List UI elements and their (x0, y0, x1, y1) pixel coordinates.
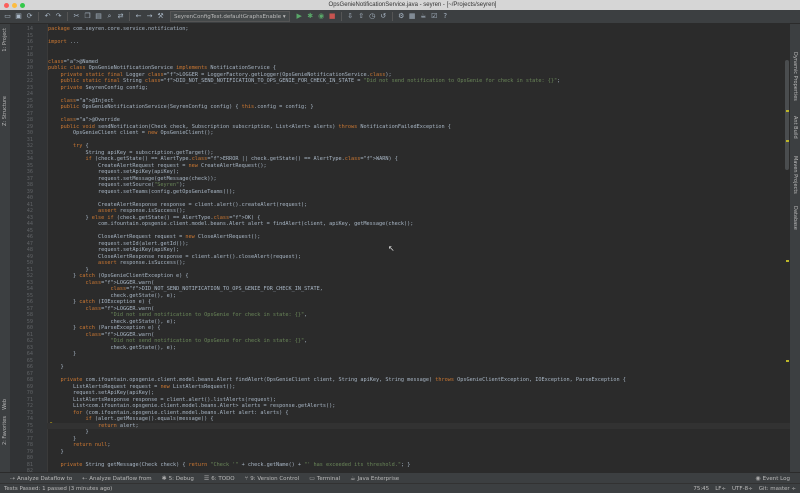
tab-database[interactable]: Database (792, 206, 798, 230)
code-line[interactable]: } (48, 351, 76, 358)
toolbar-separator (340, 12, 342, 21)
cut-icon[interactable]: ✂ (72, 12, 81, 21)
title-bar: OpsGenieNotificationService.java - seyre… (0, 0, 800, 10)
vcs-branch[interactable]: Git: master ÷ (759, 486, 796, 492)
code-line[interactable]: } (48, 449, 63, 456)
settings-icon[interactable]: ⚙ (397, 12, 406, 21)
forward-icon[interactable]: → (145, 12, 154, 21)
code-line[interactable]: private String getMessage(Check check) {… (48, 462, 411, 469)
minimize-window-icon[interactable] (12, 2, 17, 8)
status-message[interactable]: Tests Passed: 1 passed (3 minutes ago) (4, 486, 112, 492)
replace-icon[interactable]: ⇄ (116, 12, 125, 21)
tab-dynamic-properties[interactable]: Dynamic Properties (792, 52, 798, 101)
help-icon[interactable]: ? (441, 12, 450, 21)
save-icon[interactable]: ▣ (14, 12, 23, 21)
vcs-commit-icon[interactable]: ⇧ (357, 12, 366, 21)
tab-java-enterprise[interactable]: ☕ Java Enterprise (350, 475, 399, 482)
dataflow-icon: ⇠ (82, 475, 88, 482)
sync-icon[interactable]: ⟳ (25, 12, 34, 21)
code-line[interactable]: public OpsGenieNotificationService(Seyre… (48, 104, 314, 111)
run-icon[interactable]: ▶ (295, 12, 304, 21)
tab-project[interactable]: 1: Project (2, 28, 8, 52)
todo-icon: ☰ (203, 475, 210, 482)
ide-window: OpsGenieNotificationService.java - seyre… (0, 0, 800, 493)
vcs-update-icon[interactable]: ⇩ (346, 12, 355, 21)
window-title: OpsGenieNotificationService.java - seyre… (328, 2, 497, 8)
project-structure-icon[interactable]: ▦ (408, 12, 417, 21)
tab-todo[interactable]: ☰ 6: TODO (204, 475, 235, 482)
caret-position[interactable]: 75:45 (693, 486, 709, 492)
revert-icon[interactable]: ↺ (379, 12, 388, 21)
code-line[interactable]: private SeyrenConfig config; (48, 85, 148, 92)
right-tool-strip: Database Maven Projects Ant Build Dynami… (789, 24, 800, 472)
debug-icon: ✱ (161, 475, 167, 482)
line-separator[interactable]: LF÷ (715, 486, 726, 492)
toolbar-separator (67, 12, 68, 21)
status-bar: Tests Passed: 1 passed (3 minutes ago) 7… (0, 483, 800, 493)
code-line[interactable]: import ... (48, 39, 79, 46)
traffic-lights[interactable] (4, 2, 25, 8)
run-configuration-select[interactable]: SeyrenConfigTest.defaultGraphsEnable ▾ (170, 11, 290, 22)
file-encoding[interactable]: UTF-8÷ (732, 486, 753, 492)
tab-version-control[interactable]: ⑂ 9: Version Control (245, 475, 300, 482)
tab-ant-build[interactable]: Ant Build (792, 116, 798, 139)
code-line[interactable]: } (48, 364, 63, 371)
paste-icon[interactable]: ▤ (94, 12, 103, 21)
code-line[interactable]: OpsGenieClient client = new OpsGenieClie… (48, 130, 214, 137)
code-editor[interactable]: package com.seyren.core.service.notifica… (47, 24, 790, 472)
history-icon[interactable]: ◷ (368, 12, 377, 21)
undo-icon[interactable]: ↶ (43, 12, 52, 21)
tab-event-log[interactable]: ◉ Event Log (755, 475, 790, 482)
copy-icon[interactable]: ❐ (83, 12, 92, 21)
tab-structure[interactable]: Z: Structure (2, 96, 8, 126)
code-line[interactable]: com.ifountain.opsgenie.client.model.bean… (48, 221, 413, 228)
tab-favorites[interactable]: 2: Favorites (2, 416, 8, 445)
toolbar-separator (38, 12, 39, 21)
tab-analyze-dataflow-from[interactable]: ⇠ Analyze Dataflow from (82, 475, 151, 482)
event-log-icon: ◉ (755, 475, 761, 482)
tab-terminal[interactable]: ▭ Terminal (309, 475, 340, 482)
tab-web[interactable]: Web (2, 399, 8, 410)
tab-analyze-dataflow-to[interactable]: ⇢ Analyze Dataflow to (10, 475, 72, 482)
line-number-gutter[interactable]: 14 15 16 17 18 19 20 21 22 23 24 25 26 27 28 29 30 31 32 33… (10, 24, 54, 493)
folder-icon[interactable]: ▭ (3, 12, 12, 21)
dataflow-icon: ⇢ (10, 475, 16, 482)
stop-icon[interactable]: ■ (328, 12, 337, 21)
code-line[interactable]: request.setTeams(config.getOpsGenieTeams… (48, 189, 235, 196)
terminal-icon: ▭ (309, 475, 315, 482)
vcs-icon: ⑂ (244, 475, 249, 482)
tab-maven-projects[interactable]: Maven Projects (792, 156, 798, 194)
coverage-icon[interactable]: ◉ (317, 12, 326, 21)
toolbar-separator (129, 12, 130, 21)
make-icon[interactable]: ⚒ (156, 12, 165, 21)
toolbar-separator (391, 12, 393, 21)
tasks-icon[interactable]: ☑ (430, 12, 439, 21)
tab-debug[interactable]: ✱ 5: Debug (162, 475, 194, 482)
search-icon[interactable]: ⌕ (105, 12, 114, 21)
code-line[interactable]: package com.seyren.core.service.notifica… (48, 26, 189, 33)
redo-icon[interactable]: ↷ (54, 12, 63, 21)
sdk-icon[interactable]: ☕ (419, 12, 428, 21)
java-enterprise-icon: ☕ (350, 475, 356, 482)
back-icon[interactable]: ← (134, 12, 143, 21)
close-window-icon[interactable] (4, 2, 9, 8)
debug-icon[interactable]: ✱ (306, 12, 315, 21)
main-toolbar: ▭ ▣ ⟳ ↶ ↷ ✂ ❐ ▤ ⌕ ⇄ ← → ⚒ SeyrenConfigTe… (0, 10, 800, 24)
